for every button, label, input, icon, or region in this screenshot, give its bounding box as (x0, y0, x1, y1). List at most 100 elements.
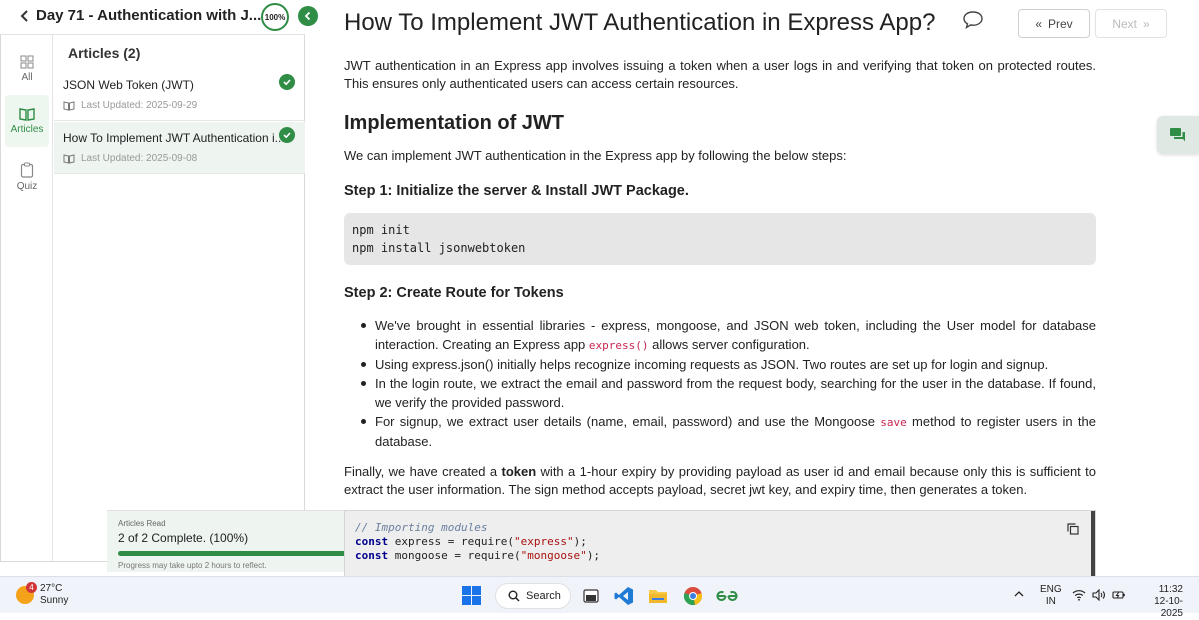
list-item: We've brought in essential libraries - e… (361, 316, 1096, 355)
chat-button[interactable] (1157, 116, 1199, 154)
rail-label-all: All (21, 72, 33, 83)
taskbar: 4 27°C Sunny Search ENG IN 11:32 12-10-2… (0, 576, 1199, 619)
tray-icons[interactable] (1072, 589, 1126, 601)
weather-desc: Sunny (40, 595, 69, 606)
code-text: ); (573, 535, 587, 548)
articles-read-status: Articles Read 2 of 2 Complete. (100%) Pr… (107, 510, 358, 572)
language-indicator[interactable]: ENG IN (1040, 584, 1062, 608)
chevron-left-icon[interactable] (18, 9, 32, 23)
next-label: Next (1112, 16, 1137, 31)
list-item: For signup, we extract user details (nam… (361, 412, 1096, 451)
volume-icon (1092, 589, 1105, 601)
chevron-left-icon (304, 11, 311, 21)
list-item: Using express.json() initially helps rec… (361, 355, 1096, 374)
weather-widget[interactable]: 4 27°C Sunny (16, 582, 68, 607)
weather-temp: 27°C (40, 583, 63, 594)
prev-label: Prev (1048, 16, 1073, 31)
finally-paragraph: Finally, we have created a token with a … (344, 463, 1096, 499)
code-block[interactable]: npm init npm install jsonwebtoken (344, 213, 1096, 265)
code-string: "express" (513, 535, 574, 548)
intro-paragraph: JWT authentication in an Express app inv… (344, 58, 1096, 91)
bullet-text: allows server configuration. (648, 337, 810, 352)
bullet-text: For signup, we extract user details (nam… (375, 414, 881, 429)
article-name: How To Implement JWT Authentication i... (63, 131, 285, 145)
code-block[interactable]: // Importing modules const express = req… (344, 510, 1096, 577)
code-line: const mongoose = require("mongoose"); (355, 549, 1085, 563)
list-item[interactable]: How To Implement JWT Authentication i...… (54, 122, 305, 174)
wifi-icon (1072, 590, 1086, 601)
copy-icon[interactable] (1067, 523, 1079, 535)
battery-icon (1112, 591, 1125, 599)
articles-list-title: Articles (2) (68, 45, 141, 61)
read-status-note: Progress may take upto 2 hours to reflec… (118, 561, 267, 570)
side-rail: All Articles Quiz (1, 35, 53, 561)
articles-list: Articles (2) JSON Web Token (JWT) Last U… (54, 35, 358, 572)
left-panel: All Articles Quiz Articles (2) JSON Web … (0, 34, 358, 572)
check-circle-icon (279, 127, 295, 143)
double-chevron-right-icon: » (1143, 16, 1150, 31)
course-progress-ring: 100% (261, 3, 289, 31)
prev-button[interactable]: « Prev (1018, 9, 1090, 38)
read-status-count: 2 of 2 Complete. (100%) (118, 531, 249, 545)
sun-icon: 4 (16, 582, 37, 604)
file-explorer-icon[interactable] (647, 585, 669, 607)
chat-icon (1170, 128, 1185, 142)
collapse-sidebar-button[interactable] (298, 6, 318, 26)
code-line: const express = require("express"); (355, 535, 1085, 549)
language-code: ENG (1040, 584, 1062, 595)
read-progress-fill (118, 551, 346, 556)
comment-icon[interactable] (962, 10, 984, 30)
language-region: IN (1045, 596, 1056, 607)
code-text: ); (586, 549, 601, 562)
code-scrollbar[interactable] (1091, 511, 1095, 577)
chevron-up-icon[interactable] (1014, 590, 1024, 598)
paragraph-text: Finally, we have created a (344, 464, 502, 479)
read-progress-bar (118, 551, 346, 556)
taskbar-clock[interactable]: 11:32 12-10-2025 (1133, 584, 1183, 620)
rail-item-articles[interactable]: Articles (5, 95, 49, 147)
search-label: Search (526, 590, 561, 602)
rail-item-all[interactable]: All (5, 43, 49, 95)
next-button[interactable]: Next » (1095, 9, 1167, 38)
rail-label-articles: Articles (10, 124, 44, 135)
weather-text: 27°C Sunny (40, 583, 68, 607)
code-string: "mongoose" (520, 549, 587, 562)
windows-start-icon[interactable] (462, 586, 481, 605)
article-content: How To Implement JWT Authentication in E… (344, 0, 1167, 577)
list-item[interactable]: JSON Web Token (JWT) Last Updated: 2025-… (54, 69, 305, 121)
book-icon (63, 153, 75, 164)
progress-ring-label: 100% (264, 12, 286, 22)
course-header: Day 71 - Authentication with J... 100% (0, 0, 318, 34)
code-comment: // Importing modules (355, 521, 488, 534)
read-status-label: Articles Read (118, 519, 166, 528)
rail-item-quiz[interactable]: Quiz (5, 151, 49, 203)
steps-intro: We can implement JWT authentication in t… (344, 148, 847, 163)
code-text: express = require( (388, 535, 514, 548)
check-circle-icon (279, 74, 295, 90)
article-name: JSON Web Token (JWT) (63, 78, 194, 92)
app-window: Day 71 - Authentication with J... 100% A… (0, 0, 1199, 577)
chrome-icon[interactable] (682, 585, 704, 607)
book-icon (63, 100, 75, 111)
vscode-icon[interactable] (613, 585, 635, 607)
code-line: npm init (352, 223, 410, 237)
list-item: In the login route, we extract the email… (361, 374, 1096, 412)
taskbar-search[interactable]: Search (495, 583, 571, 609)
step2-heading: Step 2: Create Route for Tokens (344, 285, 564, 301)
clipboard-icon (20, 162, 34, 178)
search-icon (508, 590, 520, 602)
inline-code: express() (588, 339, 649, 352)
clock-time: 11:32 (1158, 584, 1183, 595)
bullet-text: Using express.json() initially helps rec… (375, 357, 1049, 372)
article-meta: Last Updated: 2025-09-29 (63, 100, 197, 111)
bullet-list: We've brought in essential libraries - e… (361, 316, 1096, 451)
task-view-icon[interactable] (580, 585, 602, 607)
notification-badge: 4 (26, 582, 37, 593)
book-icon (19, 108, 35, 121)
inline-code: save (880, 416, 907, 429)
article-updated: Last Updated: 2025-09-29 (81, 100, 198, 111)
code-keyword: const (355, 535, 389, 548)
course-title: Day 71 - Authentication with J... (36, 7, 262, 24)
code-keyword: const (355, 549, 389, 562)
geeksforgeeks-icon[interactable] (716, 585, 738, 607)
